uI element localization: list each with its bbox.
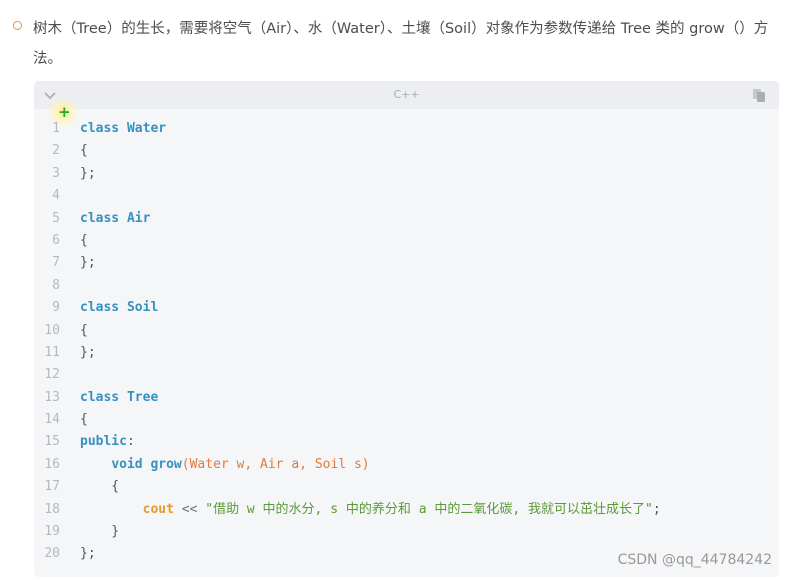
code-line: 10 { bbox=[34, 320, 779, 342]
code-token: public bbox=[80, 434, 127, 450]
code-token: class bbox=[80, 121, 127, 136]
code-token: class bbox=[80, 210, 127, 226]
code-token: }; bbox=[80, 546, 96, 562]
code-block: C++ + 1 class Water 2{3}; 4 5 class Air 6{7}; 8… bbox=[34, 81, 779, 577]
code-line: 16 void grow(Water w, Air a, Soil s) bbox=[34, 454, 779, 476]
code-line: 19 } bbox=[34, 521, 779, 543]
code-text: class Air bbox=[80, 208, 150, 230]
code-text: } bbox=[80, 521, 119, 543]
line-number: 2 bbox=[52, 143, 60, 159]
line-number: 3 bbox=[52, 165, 60, 181]
code-token: { bbox=[80, 232, 88, 248]
code-line: 15 public: bbox=[34, 431, 779, 453]
code-line: 1 class Water bbox=[34, 118, 779, 140]
code-line: 8 bbox=[34, 275, 779, 297]
code-token: grow bbox=[150, 456, 182, 472]
code-token: }; bbox=[80, 255, 96, 271]
code-text: { bbox=[80, 320, 88, 342]
code-text: cout << "借助 w 中的水分, s 中的养分和 a 中的二氧化碳, 我就… bbox=[80, 499, 661, 521]
code-token: : bbox=[126, 434, 135, 450]
code-line: 2{ bbox=[34, 140, 779, 162]
line-number: 15 bbox=[44, 434, 60, 450]
line-number: 10 bbox=[44, 322, 60, 338]
code-line: 9 class Soil bbox=[34, 297, 779, 319]
intro-paragraph: 树木（Tree）的生长，需要将空气（Air）、水（Water）、土壤（Soil）… bbox=[33, 21, 769, 67]
code-header: C++ bbox=[34, 81, 779, 109]
line-number: 8 bbox=[52, 277, 60, 293]
code-line: 14 { bbox=[34, 409, 779, 431]
code-token: { bbox=[80, 412, 88, 428]
code-token: "借助 w 中的水分, s 中的养分和 a 中的二氧化碳, 我就可以茁壮成长了" bbox=[205, 501, 653, 517]
code-language-label: C++ bbox=[393, 88, 420, 101]
code-line: 12 bbox=[34, 364, 779, 386]
code-token: { bbox=[80, 479, 120, 495]
line-number: 5 bbox=[52, 210, 60, 226]
watermark: CSDN @qq_44784242 bbox=[617, 552, 772, 568]
copy-icon[interactable] bbox=[751, 87, 767, 103]
code-line: 18 cout << "借助 w 中的水分, s 中的养分和 a 中的二氧化碳,… bbox=[34, 499, 779, 521]
line-number: 12 bbox=[44, 367, 60, 383]
code-line: 3}; bbox=[34, 163, 779, 185]
line-number: 14 bbox=[44, 412, 60, 428]
code-token: Water bbox=[126, 121, 167, 136]
code-token: void bbox=[111, 456, 151, 472]
code-token: { bbox=[80, 143, 88, 159]
code-line: 11}; bbox=[34, 342, 779, 364]
code-token: Tree bbox=[126, 389, 159, 405]
line-number: 9 bbox=[52, 300, 60, 316]
line-number: 11 bbox=[44, 344, 60, 360]
code-line: 5 class Air bbox=[34, 208, 779, 230]
line-number: 6 bbox=[52, 232, 60, 248]
code-line: 6{ bbox=[34, 230, 779, 252]
code-text: }; bbox=[80, 543, 96, 565]
code-token: }; bbox=[80, 165, 96, 181]
code-token: }; bbox=[80, 344, 96, 360]
plus-icon[interactable]: + bbox=[58, 105, 71, 120]
code-token: class bbox=[80, 389, 127, 405]
code-token: cout bbox=[142, 501, 174, 517]
code-line: 13 class Tree bbox=[34, 387, 779, 409]
line-number: 16 bbox=[44, 456, 60, 472]
line-number: 4 bbox=[52, 188, 60, 204]
code-text: class Water bbox=[80, 118, 166, 140]
code-text: { bbox=[80, 409, 88, 431]
code-text: }; bbox=[80, 252, 96, 274]
code-token: (Water w, Air a, Soil s) bbox=[181, 456, 370, 472]
code-line: 17 { bbox=[34, 476, 779, 498]
line-number: 17 bbox=[44, 479, 60, 495]
code-token: { bbox=[80, 322, 88, 338]
code-text: { bbox=[80, 476, 119, 498]
code-lines: 1 class Water 2{3}; 4 5 class Air 6{7}; 8 9 class… bbox=[34, 118, 779, 566]
code-token: << bbox=[173, 501, 206, 517]
code-text: }; bbox=[80, 163, 96, 185]
line-number: 20 bbox=[44, 546, 60, 562]
line-number: 7 bbox=[52, 255, 60, 271]
code-text: class Soil bbox=[80, 297, 158, 319]
line-number: 13 bbox=[44, 389, 60, 405]
code-line: 4 bbox=[34, 185, 779, 207]
line-number: 18 bbox=[44, 501, 60, 517]
code-text: void grow(Water w, Air a, Soil s) bbox=[80, 454, 370, 476]
code-text: public: bbox=[80, 431, 135, 453]
code-token: Soil bbox=[126, 300, 159, 316]
code-text: class Tree bbox=[80, 387, 158, 409]
code-line: 7}; bbox=[34, 252, 779, 274]
code-text: { bbox=[80, 140, 88, 162]
code-token: ; bbox=[652, 501, 661, 517]
code-token: } bbox=[80, 524, 120, 540]
bullet-item: 树木（Tree）的生长，需要将空气（Air）、水（Water）、土壤（Soil）… bbox=[0, 0, 786, 80]
code-text: }; bbox=[80, 342, 96, 364]
code-token: Air bbox=[126, 210, 151, 226]
line-number: 19 bbox=[44, 524, 60, 540]
bullet-circle-icon bbox=[13, 21, 22, 30]
code-text: { bbox=[80, 230, 88, 252]
line-number: 1 bbox=[52, 121, 60, 136]
code-token: class bbox=[80, 300, 127, 316]
